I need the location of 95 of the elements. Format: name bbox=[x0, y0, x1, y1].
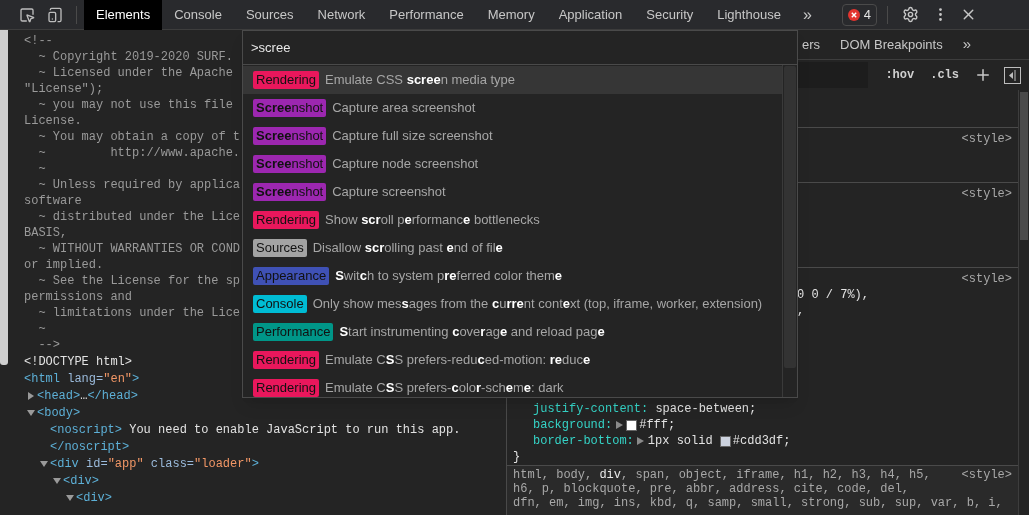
command-label: Only show messages from the current context (top, iframe, worker, extension) bbox=[312, 295, 763, 314]
sidebar-tab[interactable]: DOM Breakpoints bbox=[830, 29, 953, 60]
command-item[interactable]: Screenshot Capture full size screenshot bbox=[243, 122, 782, 150]
panel-tab[interactable]: Memory bbox=[475, 0, 547, 30]
command-item[interactable]: Console Only show messages from the current context (top, iframe, worker, extension) bbox=[243, 290, 782, 318]
panel-tab[interactable]: Application bbox=[546, 0, 635, 30]
command-item[interactable]: Performance Start instrumenting coverage and reload page bbox=[243, 318, 782, 346]
command-item[interactable]: Sources Disallow scrolling past end of file bbox=[243, 234, 782, 262]
category-tag: Screenshot bbox=[253, 183, 327, 201]
css-value-text: 0 0 / 7%), bbox=[797, 288, 869, 302]
color-swatch[interactable] bbox=[626, 419, 638, 431]
stylesheet-source-link[interactable]: <style> bbox=[961, 131, 1012, 147]
category-tag: Screenshot bbox=[253, 99, 327, 117]
category-tag: Console bbox=[253, 295, 307, 313]
expanded-triangle-icon[interactable] bbox=[53, 476, 61, 485]
category-tag: Appearance bbox=[253, 267, 330, 285]
panel-tab[interactable]: Console bbox=[162, 0, 234, 30]
command-label: Capture full size screenshot bbox=[332, 127, 493, 146]
collapsed-triangle-icon[interactable] bbox=[27, 391, 35, 400]
dom-node-line[interactable]: <div id="app" class="loader"> bbox=[50, 454, 259, 473]
command-label: Capture area screenshot bbox=[332, 99, 476, 118]
css-selector: html, body, div, span, object, iframe, h1, h2, h3, h4, h5, bbox=[513, 468, 931, 482]
add-rule-icon[interactable] bbox=[974, 66, 992, 84]
css-value-text: , bbox=[797, 304, 805, 318]
category-tag: Performance bbox=[253, 323, 334, 341]
error-icon bbox=[847, 8, 860, 21]
css-value-text: space-between; bbox=[654, 401, 757, 417]
command-item[interactable]: Rendering Emulate CSS prefers-color-scheme: dark bbox=[243, 374, 782, 402]
panel-tab[interactable]: Sources bbox=[233, 0, 306, 30]
css-value-text: 1px solid bbox=[647, 433, 714, 449]
css-property[interactable]: justify-content: bbox=[533, 401, 649, 417]
category-tag: Rendering bbox=[253, 211, 319, 229]
scrollbar-thumb[interactable] bbox=[1020, 92, 1028, 240]
command-label: Emulate CSS prefers-color-scheme: dark bbox=[325, 379, 564, 398]
command-label: Disallow scrolling past end of file bbox=[312, 239, 503, 258]
command-item[interactable]: Screenshot Capture node screenshot bbox=[243, 150, 782, 178]
command-label: Emulate CSS prefers-reduced-motion: reduce bbox=[325, 351, 591, 370]
closing-brace: } bbox=[513, 450, 521, 464]
dom-node-line[interactable]: <!DOCTYPE html> bbox=[24, 352, 133, 371]
command-label: Emulate CSS screen media type bbox=[325, 71, 516, 90]
css-value-text: #cdd3df; bbox=[732, 433, 791, 449]
scrollbar-thumb[interactable] bbox=[784, 66, 796, 368]
panel-tab[interactable]: Network bbox=[305, 0, 378, 30]
color-swatch[interactable] bbox=[719, 435, 731, 447]
command-label: Switch to system preferred color theme bbox=[335, 267, 563, 286]
class-button[interactable]: .cls bbox=[927, 66, 962, 84]
panel-tab[interactable]: Security bbox=[634, 0, 706, 30]
command-item[interactable]: Screenshot Capture screenshot bbox=[243, 178, 782, 206]
error-count-button[interactable]: 4 bbox=[841, 3, 877, 26]
expanded-triangle-icon[interactable] bbox=[66, 493, 74, 502]
sidebar-toggle-icon[interactable] bbox=[1004, 66, 1021, 84]
dom-node-line[interactable]: <div> bbox=[76, 488, 112, 507]
css-selector: dfn, em, img, ins, kbd, q, samp, small, strong, sub, sup, var, b, i, bbox=[513, 496, 1003, 510]
category-tag: Rendering bbox=[253, 71, 319, 89]
category-tag: Rendering bbox=[253, 351, 319, 369]
command-label: Capture screenshot bbox=[332, 183, 446, 202]
more-tabs-button[interactable]: » bbox=[792, 0, 822, 30]
css-selector: h6, p, blockquote, pre, abbr, address, cite, code, del, bbox=[513, 482, 910, 496]
expanded-triangle-icon[interactable] bbox=[27, 408, 35, 417]
stylesheet-source-link[interactable]: <style> bbox=[961, 186, 1012, 202]
stylesheet-source-link[interactable]: <style> bbox=[961, 271, 1012, 287]
category-tag: Screenshot bbox=[253, 127, 327, 145]
dom-node-line[interactable]: <noscript> You need to enable JavaScript to run this app. bbox=[50, 420, 461, 439]
panel-tab[interactable]: Elements bbox=[84, 0, 163, 30]
panel-tab[interactable]: Performance bbox=[377, 0, 476, 30]
expanded-triangle-icon[interactable] bbox=[40, 459, 48, 468]
command-item[interactable]: Appearance Switch to system preferred color theme bbox=[243, 262, 782, 290]
command-item[interactable]: Rendering Emulate CSS screen media type bbox=[243, 66, 782, 94]
command-item[interactable]: Rendering Show scroll performance bottlenecks bbox=[243, 206, 782, 234]
dom-node-line[interactable]: <head>…</head> bbox=[37, 386, 138, 405]
dom-node-line[interactable]: </noscript> bbox=[50, 437, 130, 456]
html-comment: <!-- ~ Copyright 2019-2020 SURF. ~ Licensed under the Apache "License"); ~ you may not use this file License. ~ You may obtain a copy of t ~ http://www.apache. ~ ~ Unless required by applica software ~ distributed under the Lice BASIS, ~ WITHOUT WARRANTIES OR COND or implied. ~ See the License for the sp permissions and ~ limitations under the Lice ~ --> bbox=[24, 33, 241, 353]
dom-node-line[interactable]: <html lang="en"> bbox=[24, 369, 140, 388]
command-label: Show scroll performance bottlenecks bbox=[325, 211, 540, 230]
command-label: Start instrumenting coverage and reload page bbox=[339, 323, 605, 342]
category-tag: Rendering bbox=[253, 379, 319, 397]
sidebar-tab[interactable]: ers bbox=[792, 29, 831, 60]
dom-node-line[interactable]: <div> bbox=[63, 471, 99, 490]
css-property[interactable]: border-bottom: bbox=[533, 433, 634, 449]
css-property[interactable]: background: bbox=[533, 417, 613, 433]
command-input[interactable]: >scree bbox=[251, 37, 789, 58]
more-tabs-button[interactable]: » bbox=[952, 29, 981, 60]
scrollbar-thumb[interactable] bbox=[0, 30, 8, 365]
hover-state-button[interactable]: :hov bbox=[882, 66, 918, 84]
collapsed-triangle-icon[interactable] bbox=[615, 421, 623, 429]
command-item[interactable]: Rendering Emulate CSS prefers-reduced-motion: reduce bbox=[243, 346, 782, 374]
collapsed-triangle-icon[interactable] bbox=[637, 437, 645, 445]
category-tag: Sources bbox=[253, 239, 307, 257]
command-item[interactable]: Screenshot Capture area screenshot bbox=[243, 94, 782, 122]
stylesheet-source-link[interactable]: <style> bbox=[961, 468, 1012, 482]
category-tag: Screenshot bbox=[253, 155, 327, 173]
css-value-text: #fff; bbox=[639, 417, 676, 433]
panel-tab[interactable]: Lighthouse bbox=[705, 0, 793, 30]
dom-node-line[interactable]: <body> bbox=[37, 403, 81, 422]
command-label: Capture node screenshot bbox=[332, 155, 479, 174]
